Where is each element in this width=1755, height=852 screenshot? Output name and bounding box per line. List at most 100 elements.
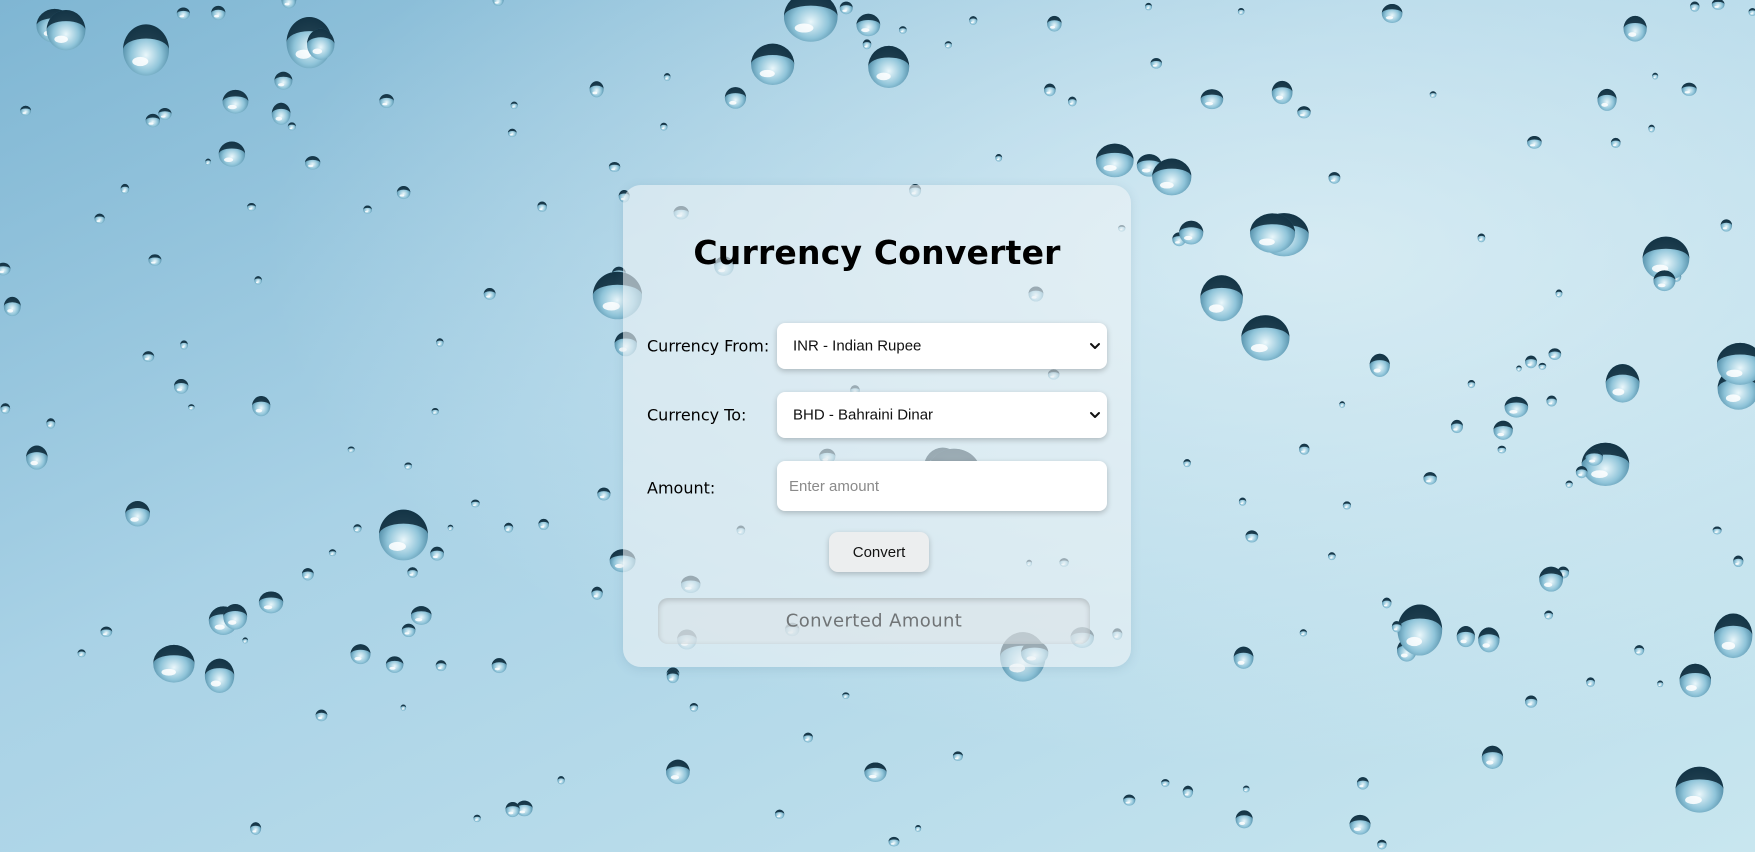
raindrop xyxy=(862,39,872,50)
raindrop xyxy=(1538,362,1547,370)
raindrop xyxy=(1539,566,1564,592)
raindrop xyxy=(301,568,314,581)
raindrop xyxy=(491,658,507,674)
raindrop xyxy=(589,81,604,98)
raindrop xyxy=(1481,745,1504,769)
raindrop xyxy=(1478,627,1500,653)
raindrop xyxy=(1720,219,1733,232)
raindrop xyxy=(1586,677,1595,688)
raindrop xyxy=(287,122,296,131)
raindrop xyxy=(431,407,439,415)
page-title: Currency Converter xyxy=(693,233,1061,272)
raindrop xyxy=(401,623,416,638)
raindrop xyxy=(483,288,496,300)
currency-from-label: Currency From: xyxy=(647,336,770,356)
raindrop xyxy=(856,13,881,37)
raindrop xyxy=(1733,555,1744,568)
raindrop xyxy=(46,418,56,429)
raindrop xyxy=(888,836,900,847)
raindrop xyxy=(180,340,188,350)
raindrop xyxy=(1182,785,1194,798)
raindrop xyxy=(1145,2,1153,11)
raindrop xyxy=(751,43,795,85)
raindrop xyxy=(407,567,418,578)
raindrop xyxy=(1477,233,1486,243)
raindrop xyxy=(1238,497,1247,506)
raindrop xyxy=(1467,379,1476,389)
raindrop xyxy=(1652,72,1659,80)
raindrop xyxy=(1068,96,1077,107)
currency-from-value: INR - Indian Rupee xyxy=(793,337,922,355)
converter-card: Currency Converter Currency From: INR - … xyxy=(623,185,1131,667)
raindrop xyxy=(944,41,952,49)
raindrop xyxy=(1544,610,1554,620)
raindrop xyxy=(430,546,444,561)
amount-row: Amount: xyxy=(647,461,1107,511)
raindrop xyxy=(1237,7,1245,15)
raindrop xyxy=(1689,1,1700,12)
raindrop xyxy=(123,24,169,76)
raindrop xyxy=(148,254,162,266)
raindrop xyxy=(510,101,518,110)
raindrop xyxy=(204,658,235,693)
raindrop xyxy=(242,637,249,644)
raindrop xyxy=(1183,459,1191,468)
raindrop xyxy=(410,606,432,625)
raindrop xyxy=(1152,158,1192,196)
raindrop xyxy=(0,403,11,414)
raindrop xyxy=(379,94,394,108)
raindrop xyxy=(404,462,413,470)
raindrop xyxy=(223,604,248,630)
currency-to-value: BHD - Bahraini Dinar xyxy=(793,406,934,424)
raindrop xyxy=(1450,419,1463,434)
raindrop xyxy=(100,626,113,638)
raindrop xyxy=(205,158,212,166)
raindrop xyxy=(1271,80,1293,105)
raindrop xyxy=(666,669,679,684)
raindrop xyxy=(537,201,547,213)
raindrop xyxy=(447,524,454,531)
raindrop xyxy=(1525,355,1538,369)
raindrop xyxy=(995,154,1003,162)
raindrop xyxy=(473,814,481,823)
convert-button[interactable]: Convert xyxy=(829,532,929,572)
raindrop xyxy=(1714,613,1753,659)
amount-input[interactable] xyxy=(777,461,1107,511)
raindrop xyxy=(868,45,910,89)
raindrop xyxy=(1356,777,1369,790)
raindrop xyxy=(969,16,978,25)
raindrop xyxy=(1299,629,1308,637)
chevron-down-icon xyxy=(1090,343,1100,349)
raindrop xyxy=(839,1,853,15)
raindrop xyxy=(274,71,293,90)
raindrop xyxy=(304,156,321,170)
raindrop xyxy=(258,591,284,614)
raindrop xyxy=(915,825,922,832)
raindrop xyxy=(898,26,907,34)
currency-to-select[interactable]: BHD - Bahraini Dinar xyxy=(777,392,1107,438)
raindrop xyxy=(1581,442,1630,487)
raindrop xyxy=(470,499,480,508)
raindrop xyxy=(1241,315,1290,361)
raindrop xyxy=(1597,88,1617,111)
currency-from-select[interactable]: INR - Indian Rupee xyxy=(777,323,1107,369)
raindrop xyxy=(1565,480,1573,488)
raindrop xyxy=(250,822,262,835)
raindrop xyxy=(538,518,549,530)
raindrop xyxy=(142,351,155,362)
raindrop xyxy=(174,378,189,394)
raindrop xyxy=(689,702,699,712)
raindrop xyxy=(1504,396,1529,418)
raindrop xyxy=(597,487,611,501)
raindrop xyxy=(864,762,887,783)
raindrop xyxy=(176,7,190,20)
raindrop xyxy=(211,5,226,21)
raindrop xyxy=(842,692,850,699)
raindrop xyxy=(1123,794,1136,806)
raindrop xyxy=(222,89,249,114)
currency-from-row: Currency From: INR - Indian Rupee xyxy=(647,323,1107,369)
raindrop xyxy=(1493,420,1513,440)
raindrop xyxy=(1047,15,1062,32)
raindrop xyxy=(1391,621,1402,633)
raindrop xyxy=(158,107,172,120)
